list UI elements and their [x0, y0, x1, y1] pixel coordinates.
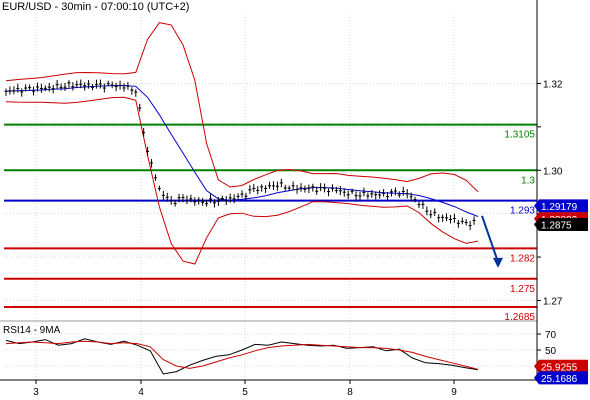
y-tick-label: 1.27	[543, 296, 563, 307]
level-label: 1.3105	[504, 130, 535, 141]
x-tick-label: 3	[33, 387, 39, 398]
rsi-line	[5, 338, 479, 375]
rsi-ma-line	[5, 340, 479, 370]
bollinger-bands	[5, 22, 479, 265]
y-tick-label: 1.32	[543, 79, 563, 90]
rsi-title: RSI14 - 9MA	[3, 325, 61, 336]
bollinger-lower	[5, 96, 479, 265]
x-tick-label: 5	[242, 387, 248, 398]
support-resistance-levels: 1.31051.31.2931.2821.2751.2685	[4, 123, 537, 323]
projection-arrow	[481, 215, 503, 268]
y-tick-label: 1.30	[543, 166, 563, 177]
level-label: 1.293	[510, 206, 535, 217]
price-badge-label: 1.29179	[541, 202, 578, 213]
price-chart[interactable]: 1.31051.31.2931.2821.2751.2685 RSI14 - 9…	[0, 0, 590, 400]
rsi-y-tick-label: 50	[545, 346, 557, 357]
bollinger-upper	[5, 22, 479, 193]
x-tick-label: 9	[451, 387, 457, 398]
price-badges: 1.291791.288821.287525.925525.1686	[534, 199, 588, 385]
axes: 1.271.291.301.3230507034589	[0, 0, 563, 398]
level-label: 1.3	[521, 175, 535, 186]
grid-lines	[4, 14, 537, 378]
price-badge-label: 25.1686	[541, 374, 578, 385]
projection-line	[481, 215, 499, 263]
rsi-y-tick-label: 70	[545, 330, 557, 341]
level-label: 1.282	[510, 253, 535, 264]
price-badge-label: 1.2875	[541, 221, 572, 232]
x-tick-label: 4	[138, 387, 144, 398]
projection-arrowhead	[493, 257, 503, 268]
x-tick-label: 8	[347, 387, 353, 398]
level-label: 1.275	[510, 284, 535, 295]
